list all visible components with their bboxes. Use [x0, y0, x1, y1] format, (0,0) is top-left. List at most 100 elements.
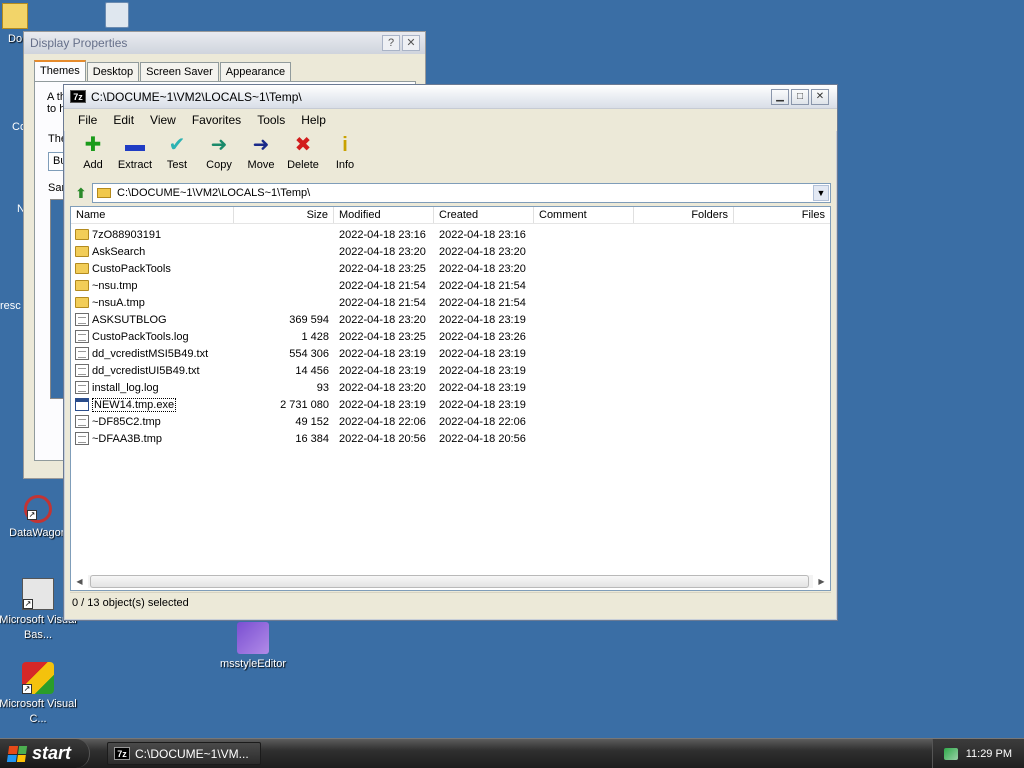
start-button[interactable]: start: [0, 739, 90, 768]
cell-created: 2022-04-18 20:56: [439, 432, 526, 445]
table-row[interactable]: ~DF85C2.tmp 49 152 2022-04-18 22:06 2022-04…: [71, 413, 830, 430]
column-header-size[interactable]: Size: [234, 207, 334, 223]
cell-size: [234, 268, 334, 270]
check-icon: ✔: [168, 134, 186, 156]
tab-appearance[interactable]: Appearance: [219, 62, 292, 82]
executable-icon: [75, 398, 89, 411]
desktop-icon-vc[interactable]: ↗ Microsoft Visual C...: [0, 662, 78, 727]
shortcut-arrow-icon: ↗: [27, 510, 37, 520]
recycle-bin-icon[interactable]: [100, 2, 134, 31]
cell-name: NEW14.tmp.exe: [71, 397, 234, 413]
plus-icon: ✚: [84, 134, 102, 156]
table-row[interactable]: ~nsu.tmp 2022-04-18 21:54 2022-04-18 21:54: [71, 277, 830, 294]
toolbar-button-delete[interactable]: ✖ Delete: [282, 133, 324, 171]
toolbar-button-test[interactable]: ✔ Test: [156, 133, 198, 171]
desktop-icon-label: msstyleEditor: [219, 658, 287, 670]
horizontal-scrollbar[interactable]: ◀ ▶: [71, 573, 830, 590]
toolbar-button-extract[interactable]: ▬ Extract: [114, 133, 156, 171]
up-folder-button[interactable]: ⬆: [70, 183, 92, 203]
window-title: C:\DOCUME~1\VM2\LOCALS~1\Temp\: [91, 89, 302, 104]
list-rows: 7zO88903191 2022-04-18 23:16 2022-04-18 23…: [71, 224, 830, 447]
column-header-name[interactable]: Name: [71, 207, 234, 223]
cell-modified: 2022-04-18 23:25: [339, 330, 426, 343]
toolbar-button-copy[interactable]: ➜ Copy: [198, 133, 240, 171]
column-header-created[interactable]: Created: [434, 207, 534, 223]
desktop-icon-label: Microsoft Visual C...: [0, 698, 77, 725]
window-buttons: ▁ □ ✕: [771, 89, 829, 105]
cell-size: 93: [316, 381, 329, 394]
chevron-down-icon[interactable]: ▼: [813, 185, 829, 201]
cell-size: 16 384: [295, 432, 329, 445]
taskbar: start 7z C:\DOCUME~1\VM... 11:29 PM: [0, 738, 1024, 768]
menu-file[interactable]: File: [70, 111, 105, 129]
cell-name: ASKSUTBLOG: [71, 312, 234, 327]
menu-edit[interactable]: Edit: [105, 111, 142, 129]
menu-tools[interactable]: Tools: [249, 111, 293, 129]
column-header-modified[interactable]: Modified: [334, 207, 434, 223]
toolbar-button-label: Test: [166, 159, 188, 171]
table-row[interactable]: ~DFAA3B.tmp 16 384 2022-04-18 20:56 2022-04…: [71, 430, 830, 447]
table-row[interactable]: CustoPackTools 2022-04-18 23:25 2022-04-18…: [71, 260, 830, 277]
info-icon: i: [342, 134, 348, 156]
tab-screen-saver[interactable]: Screen Saver: [140, 62, 219, 82]
toolbar-button-add[interactable]: ✚ Add: [72, 133, 114, 171]
cell-modified: 2022-04-18 20:56: [339, 432, 426, 445]
folder-icon: [97, 188, 111, 198]
datawagon-icon: ↗: [24, 495, 52, 523]
column-header-folders[interactable]: Folders: [634, 207, 734, 223]
address-text: C:\DOCUME~1\VM2\LOCALS~1\Temp\: [117, 187, 311, 199]
cell-modified: 2022-04-18 23:20: [339, 381, 426, 394]
file-name: ~nsu.tmp: [92, 279, 138, 292]
table-row[interactable]: install_log.log 93 2022-04-18 23:20 2022-04…: [71, 379, 830, 396]
cell-name: install_log.log: [71, 380, 234, 395]
cell-created: 2022-04-18 23:20: [439, 262, 526, 275]
toolbar-button-info[interactable]: i Info: [324, 133, 366, 171]
minimize-button[interactable]: ▁: [771, 89, 789, 105]
menu-view[interactable]: View: [142, 111, 184, 129]
move-arrow-icon: ➜: [252, 134, 270, 156]
column-header-files[interactable]: Files: [734, 207, 830, 223]
scroll-track[interactable]: [88, 575, 813, 588]
table-row[interactable]: NEW14.tmp.exe 2 731 080 2022-04-18 23:19 20…: [71, 396, 830, 413]
scroll-thumb[interactable]: [90, 575, 809, 588]
taskbar-item-7zip[interactable]: 7z C:\DOCUME~1\VM...: [107, 742, 261, 765]
tab-desktop[interactable]: Desktop: [86, 62, 140, 82]
close-button[interactable]: ✕: [402, 35, 420, 51]
column-header-comment[interactable]: Comment: [534, 207, 634, 223]
cell-modified: 2022-04-18 23:20: [339, 245, 426, 258]
cell-created: 2022-04-18 23:19: [439, 313, 526, 326]
close-button[interactable]: ✕: [811, 89, 829, 105]
maximize-button[interactable]: □: [791, 89, 809, 105]
menu-help[interactable]: Help: [293, 111, 334, 129]
cell-modified: 2022-04-18 21:54: [339, 296, 426, 309]
table-row[interactable]: 7zO88903191 2022-04-18 23:16 2022-04-18 23…: [71, 226, 830, 243]
cell-size: [234, 234, 334, 236]
menu-favorites[interactable]: Favorites: [184, 111, 249, 129]
shortcut-arrow-icon: ↗: [22, 684, 32, 694]
table-row[interactable]: dd_vcredistMSI5B49.txt 554 306 2022-04-18 …: [71, 345, 830, 362]
table-row[interactable]: dd_vcredistUI5B49.txt 14 456 2022-04-18 23…: [71, 362, 830, 379]
table-row[interactable]: CustoPackTools.log 1 428 2022-04-18 23:25 2…: [71, 328, 830, 345]
cell-modified: 2022-04-18 23:16: [339, 228, 426, 241]
cell-name: dd_vcredistUI5B49.txt: [71, 363, 234, 378]
tab-themes[interactable]: Themes: [34, 60, 86, 82]
toolbar-button-move[interactable]: ➜ Move: [240, 133, 282, 171]
toolbar-button-label: Add: [83, 159, 103, 171]
file-list: Name Size Modified Created Comment Folde…: [70, 206, 831, 591]
scroll-right-icon[interactable]: ▶: [813, 574, 830, 589]
cell-modified: 2022-04-18 22:06: [339, 415, 426, 428]
address-field[interactable]: C:\DOCUME~1\VM2\LOCALS~1\Temp\ ▼: [92, 183, 831, 203]
network-icon[interactable]: [943, 747, 958, 760]
table-row[interactable]: ~nsuA.tmp 2022-04-18 21:54 2022-04-18 21:5…: [71, 294, 830, 311]
system-tray: 11:29 PM: [932, 739, 1024, 768]
table-row[interactable]: ASKSUTBLOG 369 594 2022-04-18 23:20 2022-04…: [71, 311, 830, 328]
table-row[interactable]: AskSearch 2022-04-18 23:20 2022-04-18 23:2…: [71, 243, 830, 260]
scroll-left-icon[interactable]: ◀: [71, 574, 88, 589]
help-button[interactable]: ?: [382, 35, 400, 51]
clock[interactable]: 11:29 PM: [966, 748, 1012, 760]
cell-created: 2022-04-18 23:19: [439, 364, 526, 377]
desktop-icon-msstyleeditor[interactable]: msstyleEditor: [213, 622, 293, 672]
window-titlebar[interactable]: 7z C:\DOCUME~1\VM2\LOCALS~1\Temp\: [64, 85, 837, 109]
file-manager-window: 7z C:\DOCUME~1\VM2\LOCALS~1\Temp\ ▁ □ ✕ …: [63, 84, 838, 621]
dialog-title: Display Properties: [24, 32, 425, 54]
